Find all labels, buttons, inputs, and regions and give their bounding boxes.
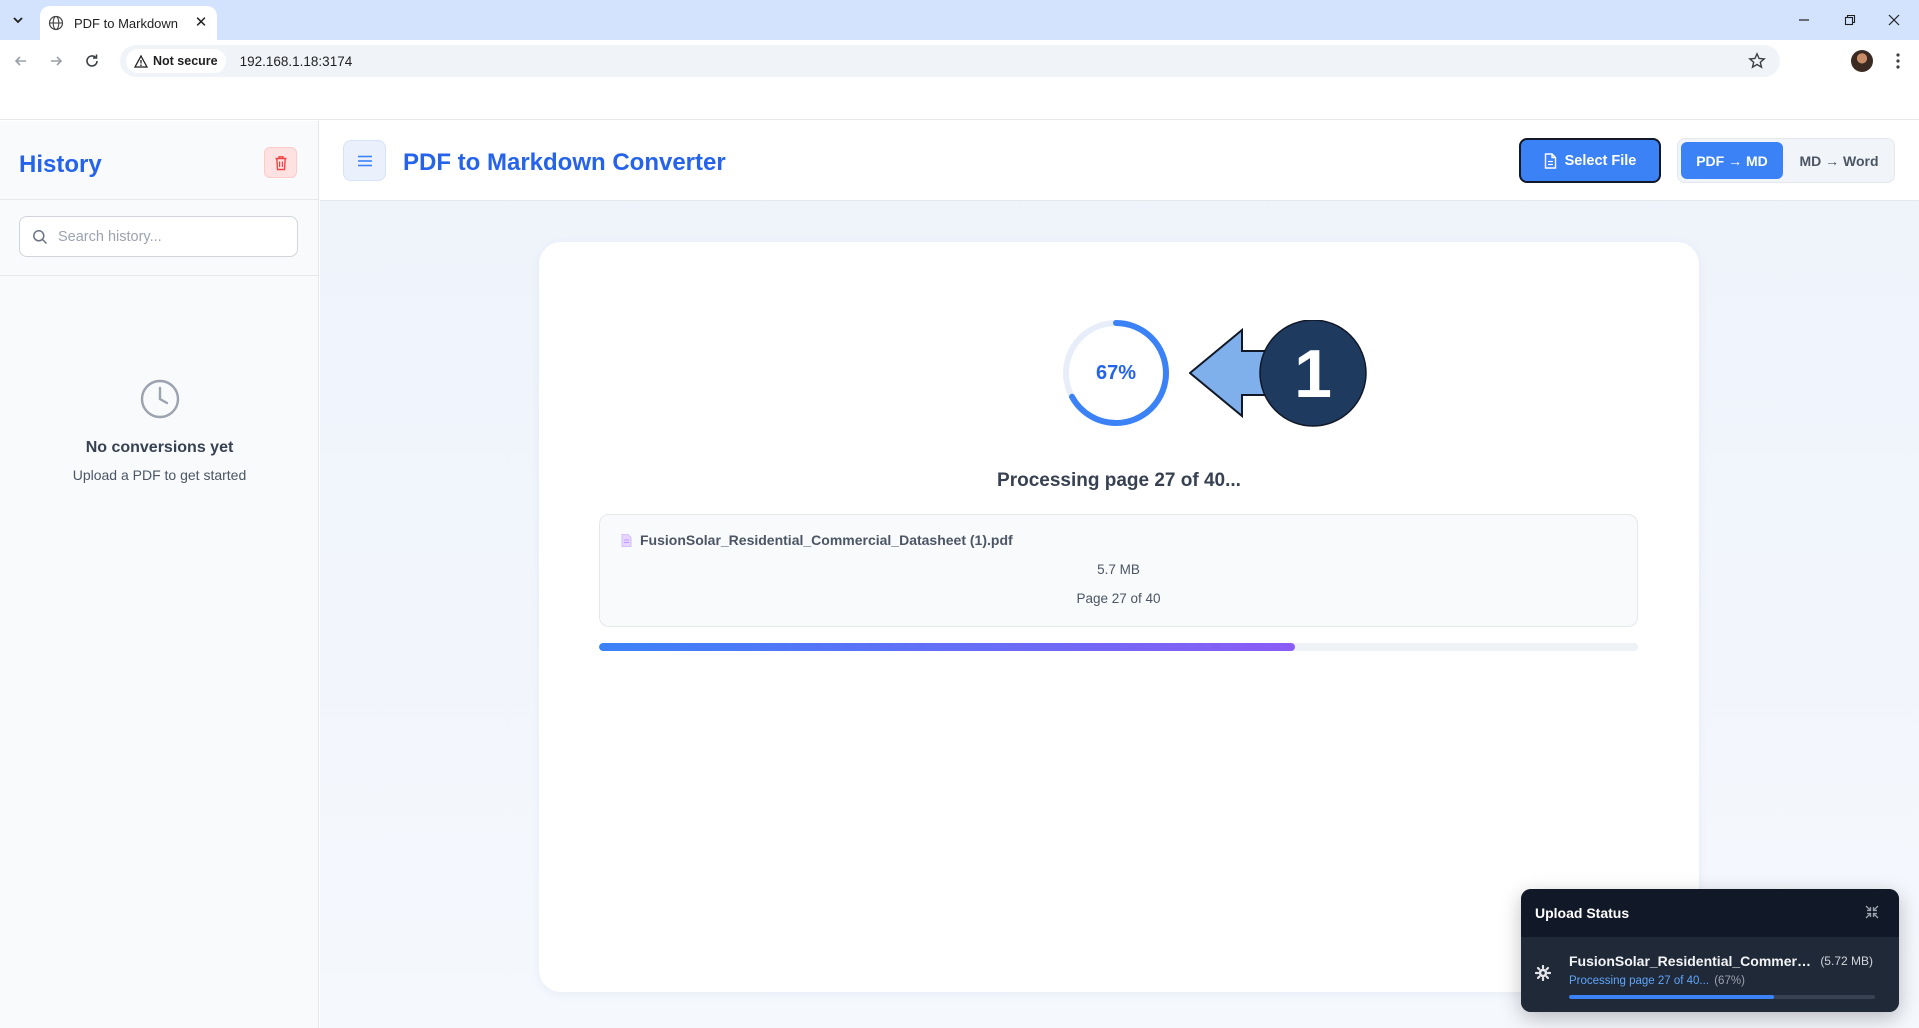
address-bar[interactable]: Not secure 192.168.1.18:3174: [120, 45, 1780, 77]
sidebar-header: History: [0, 121, 318, 200]
sidebar-title: History: [19, 151, 102, 178]
sidebar-search-area: [0, 200, 318, 276]
restore-icon: [1844, 14, 1856, 26]
warning-icon: [134, 54, 148, 68]
minimize-icon: [1799, 19, 1809, 21]
upload-status-header: Upload Status: [1521, 889, 1899, 937]
mode-pdf-to-md-button[interactable]: PDF → MD: [1681, 142, 1783, 179]
conversion-mode-toggle: PDF → MD MD → Word: [1677, 138, 1895, 183]
toggle-sidebar-button[interactable]: [343, 140, 386, 181]
bookmark-star-icon[interactable]: [1748, 52, 1766, 70]
upload-item: FusionSolar_Residential_Commercial_... (…: [1521, 938, 1899, 1012]
close-tab-icon[interactable]: ✕: [193, 15, 209, 31]
chevron-down-icon: [13, 17, 23, 24]
tab-title: PDF to Markdown: [74, 15, 179, 31]
file-icon: [1544, 152, 1556, 169]
gear-icon: [1535, 965, 1551, 981]
progress-percent-label: 67%: [1095, 361, 1137, 384]
security-indicator[interactable]: Not secure: [126, 49, 226, 73]
browser-menu-button[interactable]: [1886, 49, 1910, 73]
conversion-progress-card: 67% 1 Processing page 27 of 40... Fusion…: [539, 242, 1699, 992]
page-title: PDF to Markdown Converter: [403, 149, 726, 176]
browser-tab[interactable]: PDF to Markdown ✕: [40, 6, 217, 40]
processing-status-text: Processing page 27 of 40...: [997, 470, 1241, 491]
forward-button[interactable]: [44, 49, 68, 73]
step-annotation: 1: [1189, 320, 1367, 427]
history-empty-state: No conversions yet Upload a PDF to get s…: [0, 378, 319, 483]
select-file-button[interactable]: Select File: [1519, 138, 1661, 183]
document-icon: [621, 533, 632, 547]
collapse-icon: [1865, 905, 1879, 919]
conversion-progress-fill: [599, 643, 1296, 651]
restore-window-button[interactable]: [1838, 8, 1862, 32]
trash-icon: [275, 155, 286, 170]
empty-state-title: No conversions yet: [85, 439, 234, 456]
hamburger-menu-icon: [357, 155, 372, 166]
reload-button[interactable]: [80, 49, 104, 73]
arrow-right-icon: [51, 56, 63, 66]
conversion-progress-bar: [599, 643, 1638, 651]
search-history-input[interactable]: [58, 228, 278, 245]
clock-icon: [140, 379, 179, 419]
upload-status-text: Processing page 27 of 40...: [1569, 975, 1710, 987]
search-icon: [33, 229, 48, 244]
mode-md-to-word-button[interactable]: MD → Word: [1787, 142, 1891, 179]
upload-progress-fill: [1569, 995, 1775, 999]
reload-icon: [86, 54, 98, 67]
tab-search-button[interactable]: [6, 8, 30, 32]
security-label: Not secure: [153, 54, 218, 68]
back-button[interactable]: [9, 49, 33, 73]
profile-avatar[interactable]: [1851, 50, 1873, 72]
annotation-number: 1: [1294, 336, 1332, 412]
browser-tab-strip: PDF to Markdown ✕: [0, 0, 1919, 40]
upload-status-panel: Upload Status FusionSolar_Residential_Co…: [1521, 889, 1899, 1012]
history-sidebar: History No conversions yet Upload a PDF …: [0, 121, 319, 1028]
upload-file-size: (5.72 MB): [1820, 954, 1873, 968]
browser-bookmark-bar: [0, 82, 1919, 120]
close-icon: [1888, 14, 1900, 26]
file-size: 5.7 MB: [1097, 562, 1140, 577]
app-header: PDF to Markdown Converter Select File PD…: [320, 121, 1919, 201]
empty-state-subtitle: Upload a PDF to get started: [72, 467, 247, 483]
file-name: FusionSolar_Residential_Commercial_Datas…: [640, 532, 1013, 548]
url-text[interactable]: 192.168.1.18:3174: [240, 54, 353, 69]
arrow-left-icon: [14, 56, 26, 66]
file-name-row: FusionSolar_Residential_Commercial_Datas…: [621, 532, 1013, 548]
file-info-box: FusionSolar_Residential_Commercial_Datas…: [599, 514, 1638, 627]
minimize-window-button[interactable]: [1792, 8, 1816, 32]
search-history-field[interactable]: [19, 216, 298, 257]
select-file-label: Select File: [1564, 152, 1637, 169]
upload-status-title: Upload Status: [1535, 905, 1630, 921]
collapse-panel-button[interactable]: [1863, 903, 1881, 921]
upload-status-line: Processing page 27 of 40... (67%): [1569, 975, 1745, 987]
file-page-info: Page 27 of 40: [1076, 591, 1161, 606]
close-window-button[interactable]: [1882, 8, 1906, 32]
upload-progress-bar: [1569, 995, 1875, 999]
upload-file-name: FusionSolar_Residential_Commercial_...: [1569, 953, 1814, 969]
globe-icon: [48, 15, 64, 31]
more-vertical-icon: [1896, 53, 1900, 69]
clear-history-button[interactable]: [264, 147, 297, 178]
browser-toolbar: Not secure 192.168.1.18:3174: [0, 40, 1919, 82]
upload-percent-text: (67%): [1714, 975, 1745, 987]
